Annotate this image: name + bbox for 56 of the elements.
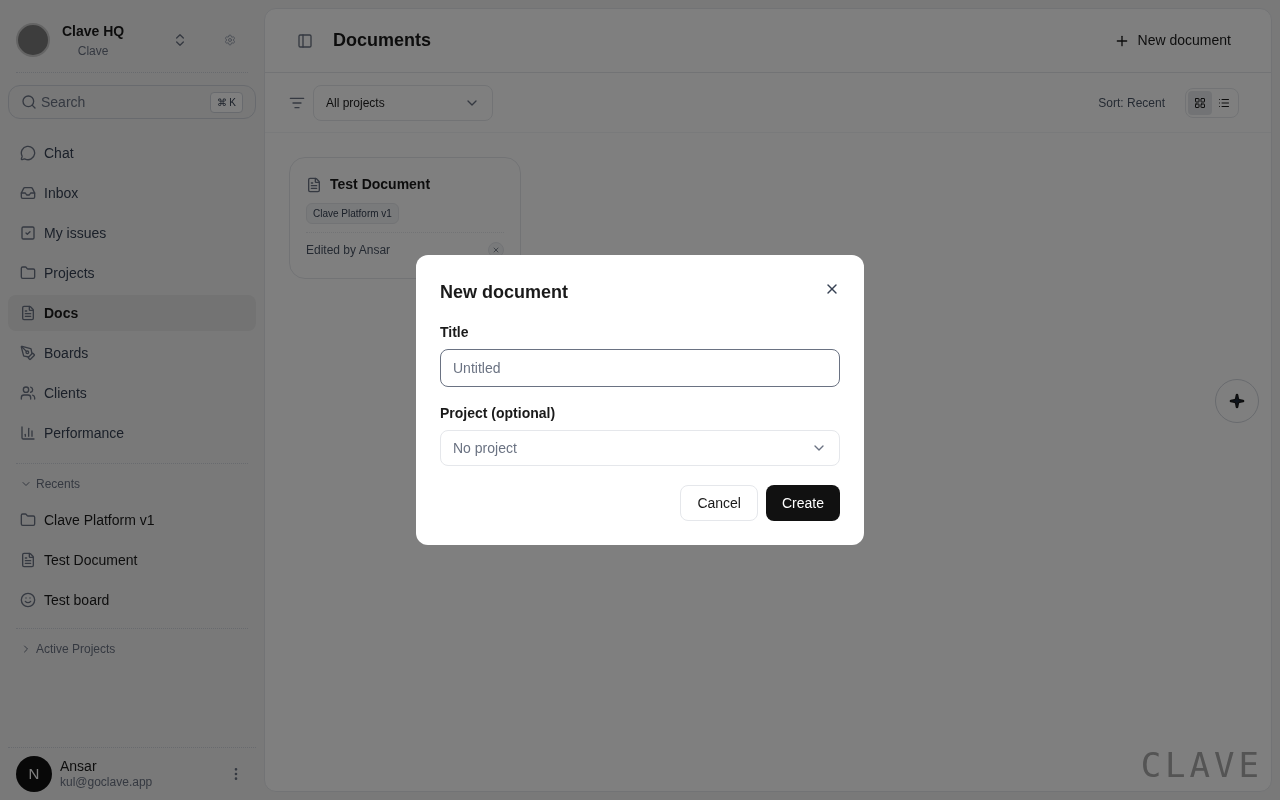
ai-assistant-button[interactable] bbox=[1215, 379, 1259, 423]
create-button[interactable]: Create bbox=[765, 485, 840, 521]
project-select[interactable]: No project bbox=[440, 430, 840, 466]
dialog-title: New document bbox=[440, 281, 568, 304]
nav-item[interactable]: Performance bbox=[8, 415, 256, 451]
project-filter-select[interactable]: All projects bbox=[313, 84, 493, 121]
title-input[interactable]: Untitled bbox=[440, 349, 840, 387]
new-document-button[interactable]: New document bbox=[1105, 26, 1239, 55]
document-icon bbox=[20, 552, 36, 568]
pen-icon bbox=[20, 345, 36, 361]
recent-item[interactable]: Clave Platform v1 bbox=[8, 500, 256, 540]
user-name: Ansar bbox=[60, 757, 98, 776]
folder-icon bbox=[20, 512, 36, 528]
face-icon bbox=[20, 592, 36, 608]
nav-item[interactable]: Docs bbox=[8, 295, 256, 331]
edited-by-text: Edited by Ansar bbox=[306, 242, 391, 259]
document-title: Test Document bbox=[330, 175, 431, 194]
shortcut-key: ⌘ K bbox=[209, 91, 243, 113]
user-email: kul@goclave.app bbox=[60, 775, 153, 791]
workspace-name: Clave HQ bbox=[62, 21, 125, 41]
nav-item[interactable]: Projects bbox=[8, 255, 256, 291]
settings-icon[interactable] bbox=[224, 34, 236, 46]
folder-icon bbox=[20, 265, 36, 281]
section-header[interactable]: Recents bbox=[8, 468, 256, 500]
recent-item[interactable]: Test board bbox=[8, 580, 256, 620]
list-icon bbox=[1218, 96, 1230, 109]
document-icon bbox=[306, 176, 322, 193]
section-header[interactable]: Active Projects bbox=[8, 633, 256, 665]
field-label: Title bbox=[440, 323, 470, 342]
bar-chart-icon bbox=[20, 425, 36, 441]
project-tag: Clave Platform v1 bbox=[306, 203, 399, 224]
nav-item[interactable]: Boards bbox=[8, 335, 256, 371]
grid-icon bbox=[1194, 96, 1206, 109]
search-icon bbox=[21, 94, 37, 110]
recent-item[interactable]: Test Document bbox=[8, 540, 256, 580]
nav-item[interactable]: Inbox bbox=[8, 175, 256, 211]
grid-view-button[interactable] bbox=[1188, 90, 1212, 115]
nav-item[interactable]: My issues bbox=[8, 215, 256, 251]
search-bar[interactable]: Search ⌘ K bbox=[8, 85, 256, 119]
workspace-avatar[interactable] bbox=[16, 23, 50, 57]
document-icon bbox=[20, 305, 36, 321]
nav-item[interactable]: Chat bbox=[8, 135, 256, 171]
workspace-subtitle: Clave bbox=[77, 42, 109, 60]
field-label: Project (optional) bbox=[440, 404, 557, 423]
nav-item[interactable]: Clients bbox=[8, 375, 256, 411]
sidebar-toggle-icon[interactable] bbox=[297, 32, 313, 49]
page-title: Documents bbox=[333, 29, 431, 52]
chat-bubble-icon bbox=[20, 145, 36, 161]
sparkle-icon bbox=[1229, 393, 1245, 409]
search-input[interactable]: Search bbox=[41, 91, 206, 113]
checkbox-icon bbox=[20, 225, 36, 241]
user-avatar[interactable]: N bbox=[16, 756, 52, 792]
sort-label[interactable]: Sort: Recent bbox=[1098, 93, 1165, 112]
users-icon bbox=[20, 385, 36, 401]
inbox-icon bbox=[20, 185, 36, 201]
cancel-button[interactable]: Cancel bbox=[680, 485, 758, 521]
